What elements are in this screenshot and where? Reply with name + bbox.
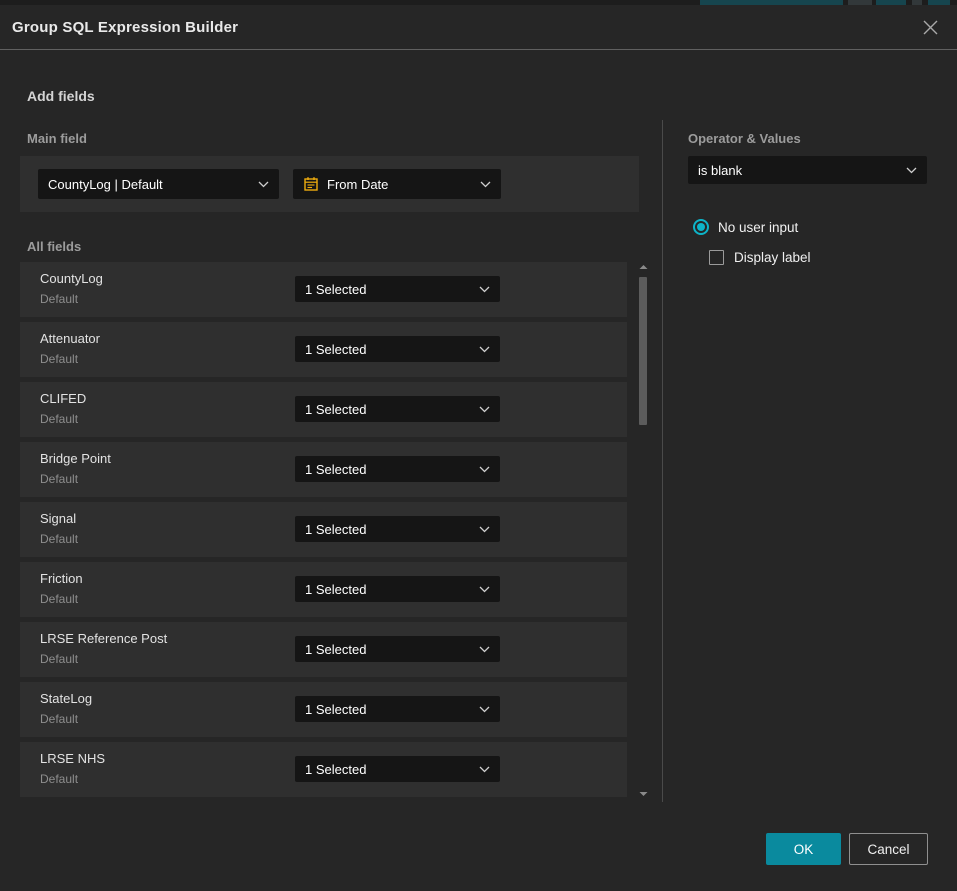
chevron-down-icon xyxy=(479,526,490,533)
calendar-icon xyxy=(303,176,319,192)
chevron-down-icon xyxy=(906,167,917,174)
main-field-panel: CountyLog | Default From Date xyxy=(20,156,639,212)
operator-values-label: Operator & Values xyxy=(688,131,801,146)
chevron-down-icon xyxy=(479,346,490,353)
chevron-down-icon xyxy=(480,181,491,188)
field-row: Bridge Point Default 1 Selected xyxy=(20,442,627,497)
dialog-titlebar: Group SQL Expression Builder xyxy=(0,5,957,50)
main-field-source-select[interactable]: CountyLog | Default xyxy=(38,169,279,199)
main-field-source-value: CountyLog | Default xyxy=(48,177,250,192)
field-row: CountyLog Default 1 Selected xyxy=(20,262,627,317)
chevron-down-icon xyxy=(479,706,490,713)
field-name: CLIFED xyxy=(40,391,86,406)
ok-button[interactable]: OK xyxy=(766,833,841,865)
no-user-input-radio[interactable]: No user input xyxy=(693,219,798,235)
field-selection-select[interactable]: 1 Selected xyxy=(295,696,500,722)
field-row: StateLog Default 1 Selected xyxy=(20,682,627,737)
field-sublabel: Default xyxy=(40,772,78,786)
field-row: LRSE Reference Post Default 1 Selected xyxy=(20,622,627,677)
main-field-field-value: From Date xyxy=(327,177,472,192)
field-row: Friction Default 1 Selected xyxy=(20,562,627,617)
radio-label: No user input xyxy=(718,220,798,235)
chevron-down-icon xyxy=(258,181,269,188)
close-icon[interactable] xyxy=(919,16,941,38)
scrollbar-up-icon[interactable] xyxy=(637,262,650,272)
scrollbar-down-icon[interactable] xyxy=(637,789,650,799)
field-selection-select[interactable]: 1 Selected xyxy=(295,396,500,422)
field-row: Signal Default 1 Selected xyxy=(20,502,627,557)
vertical-divider xyxy=(662,120,663,802)
checkbox-unchecked-icon xyxy=(709,250,724,265)
field-selection-value: 1 Selected xyxy=(305,282,471,297)
field-row: Attenuator Default 1 Selected xyxy=(20,322,627,377)
operator-select[interactable]: is blank xyxy=(688,156,927,184)
field-sublabel: Default xyxy=(40,652,78,666)
field-selection-select[interactable]: 1 Selected xyxy=(295,276,500,302)
cancel-button[interactable]: Cancel xyxy=(849,833,928,865)
field-selection-value: 1 Selected xyxy=(305,342,471,357)
dialog-title: Group SQL Expression Builder xyxy=(12,19,238,36)
operator-value: is blank xyxy=(698,163,898,178)
checkbox-label: Display label xyxy=(734,250,811,265)
all-fields-label: All fields xyxy=(27,239,81,254)
field-name: Attenuator xyxy=(40,331,100,346)
field-sublabel: Default xyxy=(40,592,78,606)
field-name: Bridge Point xyxy=(40,451,111,466)
field-selection-select[interactable]: 1 Selected xyxy=(295,756,500,782)
field-sublabel: Default xyxy=(40,712,78,726)
field-name: StateLog xyxy=(40,691,92,706)
field-selection-select[interactable]: 1 Selected xyxy=(295,636,500,662)
field-selection-value: 1 Selected xyxy=(305,762,471,777)
field-row: LRSE NHS Default 1 Selected xyxy=(20,742,627,797)
scrollbar xyxy=(637,262,650,799)
all-fields-list: CountyLog Default 1 Selected Attenuator … xyxy=(20,262,627,802)
field-sublabel: Default xyxy=(40,412,78,426)
chevron-down-icon xyxy=(479,646,490,653)
field-row: CLIFED Default 1 Selected xyxy=(20,382,627,437)
field-sublabel: Default xyxy=(40,532,78,546)
field-sublabel: Default xyxy=(40,352,78,366)
field-selection-select[interactable]: 1 Selected xyxy=(295,456,500,482)
field-selection-value: 1 Selected xyxy=(305,642,471,657)
field-selection-value: 1 Selected xyxy=(305,462,471,477)
chevron-down-icon xyxy=(479,406,490,413)
field-selection-select[interactable]: 1 Selected xyxy=(295,576,500,602)
display-label-checkbox[interactable]: Display label xyxy=(709,250,811,265)
field-sublabel: Default xyxy=(40,472,78,486)
field-name: Signal xyxy=(40,511,76,526)
field-selection-value: 1 Selected xyxy=(305,702,471,717)
field-selection-value: 1 Selected xyxy=(305,582,471,597)
chevron-down-icon xyxy=(479,286,490,293)
field-sublabel: Default xyxy=(40,292,78,306)
chevron-down-icon xyxy=(479,586,490,593)
field-name: Friction xyxy=(40,571,83,586)
sql-expression-builder-dialog: Group SQL Expression Builder Add fields … xyxy=(0,5,957,891)
chevron-down-icon xyxy=(479,766,490,773)
field-selection-value: 1 Selected xyxy=(305,522,471,537)
main-field-field-select[interactable]: From Date xyxy=(293,169,501,199)
field-selection-value: 1 Selected xyxy=(305,402,471,417)
chevron-down-icon xyxy=(479,466,490,473)
field-name: CountyLog xyxy=(40,271,103,286)
field-name: LRSE Reference Post xyxy=(40,631,167,646)
main-field-label: Main field xyxy=(27,131,87,146)
field-selection-select[interactable]: 1 Selected xyxy=(295,516,500,542)
add-fields-heading: Add fields xyxy=(27,88,95,104)
scrollbar-thumb[interactable] xyxy=(639,277,647,425)
field-name: LRSE NHS xyxy=(40,751,105,766)
radio-selected-icon xyxy=(693,219,709,235)
field-selection-select[interactable]: 1 Selected xyxy=(295,336,500,362)
